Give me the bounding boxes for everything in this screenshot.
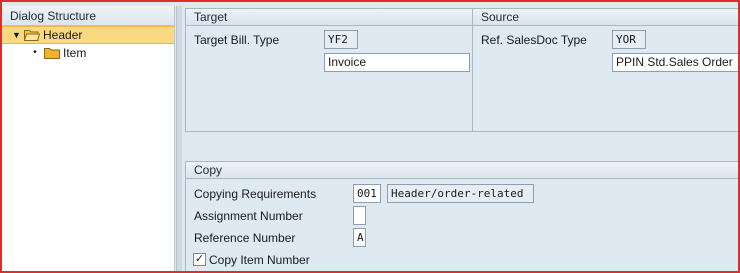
tree-node-header[interactable]: ▼ Header xyxy=(2,26,174,44)
dialog-structure-panel: Dialog Structure ▼ Header • Item xyxy=(2,6,175,271)
copying-requirements-description: Header/order-related xyxy=(387,184,534,203)
folder-closed-icon xyxy=(44,47,60,59)
target-bill-type-label: Target Bill. Type xyxy=(194,33,280,47)
source-group-title: Source xyxy=(473,9,739,26)
dialog-structure-title: Dialog Structure xyxy=(2,6,174,26)
assignment-number-label: Assignment Number xyxy=(194,209,303,223)
target-bill-type-field[interactable]: YF2 xyxy=(324,30,358,49)
copy-group-title: Copy xyxy=(186,162,739,179)
tree-node-label: Item xyxy=(63,46,87,60)
copying-requirements-field[interactable]: 001 xyxy=(353,184,381,203)
folder-open-icon xyxy=(24,29,40,41)
bullet-icon: • xyxy=(33,47,37,58)
target-group-title: Target xyxy=(186,9,472,26)
assignment-number-field[interactable] xyxy=(353,206,366,225)
reference-number-field[interactable]: A xyxy=(353,228,366,247)
panel-splitter[interactable] xyxy=(176,6,182,271)
ref-salesdoc-type-label: Ref. SalesDoc Type xyxy=(481,33,587,47)
tree-node-item[interactable]: • Item xyxy=(2,44,174,62)
copy-item-number-label: Copy Item Number xyxy=(209,253,310,267)
copying-requirements-label: Copying Requirements xyxy=(194,187,317,201)
target-bill-type-description: Invoice xyxy=(324,53,470,72)
ref-salesdoc-type-description: PPIN Std.Sales Order xyxy=(612,53,740,72)
caret-down-icon[interactable]: ▼ xyxy=(12,30,22,40)
tree-node-label: Header xyxy=(43,28,83,42)
reference-number-label: Reference Number xyxy=(194,231,296,245)
ref-salesdoc-type-field[interactable]: YOR xyxy=(612,30,646,49)
copy-item-number-checkbox[interactable]: ✓ xyxy=(193,253,206,266)
